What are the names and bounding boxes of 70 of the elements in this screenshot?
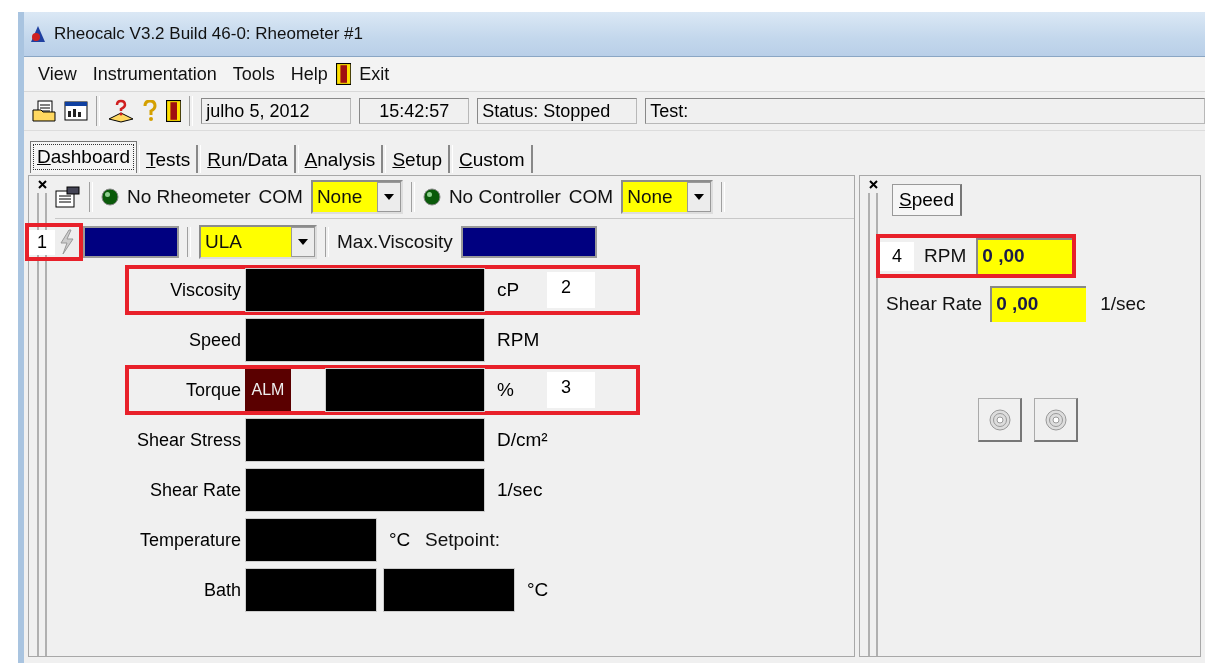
chart-window-icon[interactable] bbox=[64, 101, 88, 121]
target-button[interactable] bbox=[1034, 398, 1079, 442]
status-field: 15:42:57 bbox=[359, 98, 470, 124]
unit-label: cP bbox=[496, 279, 521, 301]
annotation-number: 4 bbox=[880, 241, 915, 271]
connection-status: No Rheometer bbox=[127, 186, 251, 208]
mode-dropdown[interactable]: ULA bbox=[199, 225, 317, 259]
target-button[interactable] bbox=[978, 398, 1023, 442]
rpm-label: RPM bbox=[924, 245, 967, 267]
menu-item[interactable]: Tools bbox=[224, 63, 283, 85]
annotation-number: 1 bbox=[29, 229, 55, 255]
tab[interactable]: Custom bbox=[452, 145, 533, 173]
status-light-icon bbox=[422, 188, 441, 206]
tab[interactable]: Tests bbox=[138, 145, 199, 173]
door-icon[interactable] bbox=[335, 63, 352, 85]
menu-item[interactable]: Exit bbox=[351, 63, 398, 85]
status-field: Status: Stopped bbox=[477, 98, 638, 124]
reading-label: Torque bbox=[184, 379, 242, 401]
close-icon[interactable] bbox=[868, 180, 878, 189]
shear-rate-field[interactable]: 0 ,00 bbox=[990, 286, 1087, 322]
tab[interactable]: Dashboard bbox=[30, 141, 137, 173]
reading-label: Shear Rate bbox=[148, 479, 242, 501]
help-book-icon[interactable] bbox=[107, 99, 134, 123]
reading-label: Temperature bbox=[138, 529, 242, 551]
reading-label: Viscosity bbox=[169, 279, 242, 301]
tab[interactable]: Speed bbox=[892, 184, 962, 216]
grip-handle[interactable] bbox=[868, 193, 879, 656]
grip-handle[interactable] bbox=[37, 193, 47, 656]
reading-label: Bath bbox=[202, 579, 242, 601]
status-field: julho 5, 2012 bbox=[201, 98, 352, 124]
menu-item[interactable]: Help bbox=[282, 63, 336, 85]
menu-item[interactable]: Instrumentation bbox=[84, 63, 225, 85]
unit-label: 1/sec bbox=[496, 479, 544, 501]
port-dropdown[interactable]: None bbox=[310, 180, 403, 214]
tab[interactable]: Run/Data bbox=[200, 145, 296, 173]
com-label: COM bbox=[568, 186, 614, 208]
door-icon[interactable] bbox=[165, 100, 182, 122]
unit-label: 1/sec bbox=[1100, 293, 1146, 315]
unit-label: °C bbox=[526, 579, 550, 601]
caret-icon bbox=[383, 194, 394, 200]
connection-status: No Controller bbox=[448, 186, 561, 208]
target-icon bbox=[988, 408, 1011, 431]
com-label: COM bbox=[258, 186, 303, 208]
alarm-indicator: ALM bbox=[245, 369, 291, 411]
annotation-number: 2 bbox=[547, 272, 595, 308]
status-light-icon bbox=[101, 188, 119, 206]
window-title: Rheocalc V3.2 Build 46-0: Rheometer #1 bbox=[54, 24, 363, 44]
app-icon bbox=[28, 24, 48, 44]
unit-label: RPM bbox=[496, 329, 541, 351]
port-dropdown[interactable]: None bbox=[621, 180, 714, 214]
status-field: Test: bbox=[645, 98, 1205, 124]
rpm-field[interactable]: 0 ,00 bbox=[976, 238, 1073, 274]
target-icon bbox=[1044, 408, 1067, 431]
caret-icon bbox=[298, 239, 308, 245]
setpoint-label: Setpoint: bbox=[425, 529, 500, 551]
unit-label: % bbox=[496, 379, 515, 401]
caret-icon bbox=[694, 194, 705, 200]
close-icon[interactable] bbox=[37, 180, 47, 189]
unit-label: °C bbox=[388, 529, 412, 551]
reading-label: Speed bbox=[187, 329, 242, 351]
annotation-number: 3 bbox=[547, 372, 595, 408]
max-viscosity-label: Max.Viscosity bbox=[337, 231, 453, 253]
tab[interactable]: Analysis bbox=[297, 145, 384, 173]
menu-item[interactable]: View bbox=[30, 63, 85, 85]
shear-rate-label: Shear Rate bbox=[886, 293, 983, 315]
reading-label: Shear Stress bbox=[135, 429, 242, 451]
unit-label: D/cm² bbox=[496, 429, 547, 451]
document-icon[interactable] bbox=[32, 100, 56, 122]
tab[interactable]: Setup bbox=[385, 145, 451, 173]
properties-icon[interactable] bbox=[55, 186, 81, 208]
